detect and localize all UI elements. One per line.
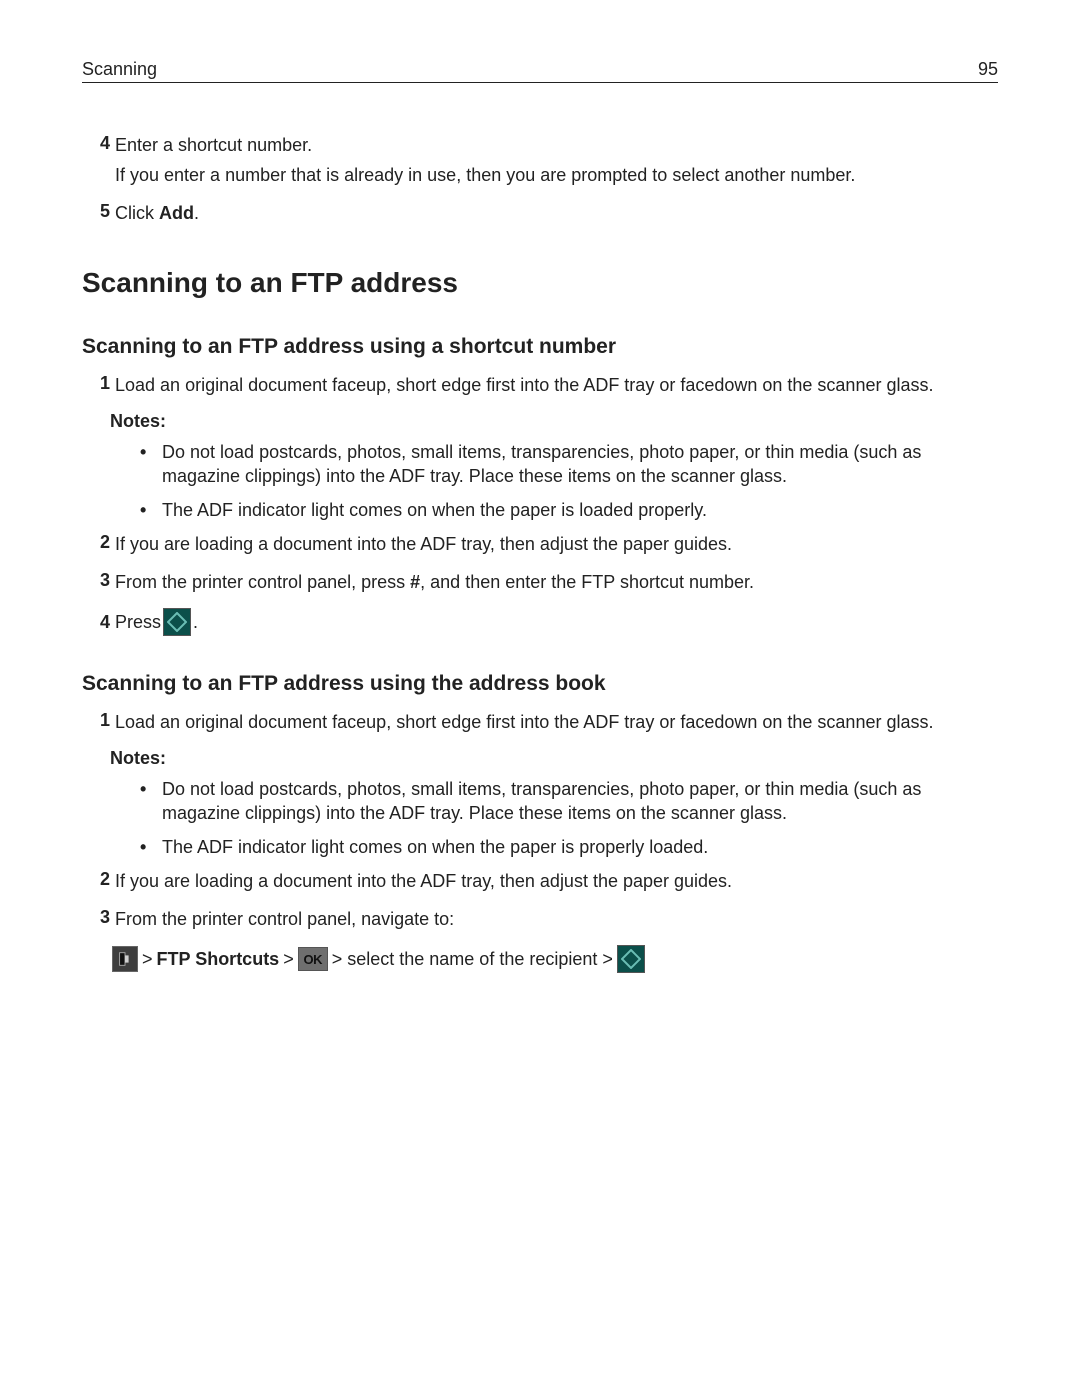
page-number: 95	[978, 58, 998, 80]
step-body: If you are loading a document into the A…	[115, 869, 998, 893]
step-body: Enter a shortcut number. If you enter a …	[115, 133, 998, 187]
step-4: 4 Press .	[82, 608, 998, 636]
note-item: The ADF indicator light comes on when th…	[140, 498, 998, 522]
separator: >	[283, 949, 294, 970]
step-number: 1	[82, 710, 110, 731]
step-1: 1 Load an original document faceup, shor…	[82, 373, 998, 397]
home-icon	[112, 946, 138, 972]
separator: >	[142, 949, 153, 970]
step-number: 2	[82, 532, 110, 553]
notes-list: Do not load postcards, photos, small ite…	[140, 440, 998, 522]
period: .	[193, 610, 198, 634]
note-item: Do not load postcards, photos, small ite…	[140, 440, 998, 488]
step-body: Load an original document faceup, short …	[115, 710, 998, 734]
step-3: 3 From the printer control panel, naviga…	[82, 907, 998, 931]
step-3-text: From the printer control panel, navigate…	[115, 907, 998, 931]
intro-steps: 4 Enter a shortcut number. If you enter …	[82, 133, 998, 225]
step-2: 2 If you are loading a document into the…	[82, 532, 998, 556]
nav-sequence: > FTP Shortcuts > OK > select the name o…	[112, 945, 998, 973]
step-number: 2	[82, 869, 110, 890]
hash-key: #	[410, 572, 420, 592]
step-1-text: Load an original document faceup, short …	[115, 710, 998, 734]
step-3-b: , and then enter the FTP shortcut number…	[420, 572, 754, 592]
step-body: From the printer control panel, press #,…	[115, 570, 998, 594]
start-diamond-icon	[617, 945, 645, 973]
notes-list: Do not load postcards, photos, small ite…	[140, 777, 998, 859]
step-body: Click Add.	[115, 201, 998, 225]
step-5: 5 Click Add.	[82, 201, 998, 225]
step-3-a: From the printer control panel, press	[115, 572, 410, 592]
nav-tail: > select the name of the recipient >	[332, 949, 613, 970]
start-diamond-icon	[163, 608, 191, 636]
step-2-text: If you are loading a document into the A…	[115, 532, 998, 556]
step-number: 4	[82, 133, 110, 154]
shortcut-steps-cont: 2 If you are loading a document into the…	[82, 532, 998, 636]
shortcut-steps: 1 Load an original document faceup, shor…	[82, 373, 998, 397]
step-4: 4 Enter a shortcut number. If you enter …	[82, 133, 998, 187]
step-3: 3 From the printer control panel, press …	[82, 570, 998, 594]
notes-label: Notes:	[110, 411, 998, 432]
step-body: Press .	[115, 608, 998, 636]
notes-label: Notes:	[110, 748, 998, 769]
step-body: Load an original document faceup, short …	[115, 373, 998, 397]
running-header: Scanning 95	[82, 58, 998, 83]
step-4-line1: Enter a shortcut number.	[115, 133, 998, 157]
step-number: 1	[82, 373, 110, 394]
step-2-text: If you are loading a document into the A…	[115, 869, 998, 893]
step-number: 3	[82, 570, 110, 591]
step-number: 3	[82, 907, 110, 928]
step-1-text: Load an original document faceup, short …	[115, 373, 998, 397]
step-2: 2 If you are loading a document into the…	[82, 869, 998, 893]
subsection-heading-addressbook: Scanning to an FTP address using the add…	[82, 672, 998, 696]
step-1: 1 Load an original document faceup, shor…	[82, 710, 998, 734]
add-label: Add	[159, 203, 194, 223]
addressbook-steps: 1 Load an original document faceup, shor…	[82, 710, 998, 734]
step-number: 5	[82, 201, 110, 222]
addressbook-steps-cont: 2 If you are loading a document into the…	[82, 869, 998, 931]
step-5-prefix: Click	[115, 203, 159, 223]
ftp-shortcuts-label: FTP Shortcuts	[157, 949, 280, 970]
page: Scanning 95 4 Enter a shortcut number. I…	[0, 0, 1080, 1397]
note-item: The ADF indicator light comes on when th…	[140, 835, 998, 859]
step-body: If you are loading a document into the A…	[115, 532, 998, 556]
step-4-line2: If you enter a number that is already in…	[115, 163, 998, 187]
section-heading: Scanning to an FTP address	[82, 267, 998, 299]
step-5-suffix: .	[194, 203, 199, 223]
step-body: From the printer control panel, navigate…	[115, 907, 998, 931]
note-item: Do not load postcards, photos, small ite…	[140, 777, 998, 825]
press-label: Press	[115, 610, 161, 634]
step-number: 4	[82, 612, 110, 633]
ok-button-icon: OK	[298, 947, 328, 971]
section-name: Scanning	[82, 58, 157, 80]
subsection-heading-shortcut: Scanning to an FTP address using a short…	[82, 335, 998, 359]
